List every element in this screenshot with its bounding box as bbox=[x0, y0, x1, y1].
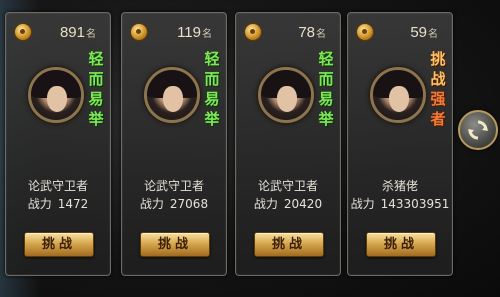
challenge-button[interactable]: 挑战 bbox=[140, 232, 210, 257]
rank-medal-icon bbox=[356, 23, 374, 41]
rank-medal-icon bbox=[244, 23, 262, 41]
rank-row: 59名 bbox=[356, 21, 444, 43]
rank-row: 891名 bbox=[14, 21, 102, 43]
challenge-button[interactable]: 挑战 bbox=[366, 232, 436, 257]
difficulty-tag: 挑战强者 bbox=[430, 50, 446, 128]
rank-row: 119名 bbox=[130, 21, 218, 43]
combat-power: 战力 20420 bbox=[253, 197, 323, 211]
combat-power: 战力 27068 bbox=[139, 197, 209, 211]
avatar[interactable] bbox=[144, 67, 200, 123]
rank-value: 59名 bbox=[410, 23, 438, 41]
opponent-card[interactable]: 119名 轻而易举 论武守卫者 战力 27068 挑战 bbox=[121, 12, 227, 276]
difficulty-tag: 轻而易举 bbox=[318, 50, 334, 128]
combat-power: 战力 1472 bbox=[27, 197, 89, 211]
rank-value: 119名 bbox=[177, 23, 212, 41]
opponent-card[interactable]: 59名 挑战强者 杀猪佬 战力 143303951 挑战 bbox=[347, 12, 453, 276]
opponent-name: 杀猪佬 bbox=[381, 179, 418, 193]
refresh-icon bbox=[468, 120, 488, 140]
opponent-card[interactable]: 891名 轻而易举 论武守卫者 战力 1472 挑战 bbox=[5, 12, 111, 276]
combat-power: 战力 143303951 bbox=[350, 197, 450, 211]
rank-medal-icon bbox=[14, 23, 32, 41]
rank-value: 78名 bbox=[298, 23, 326, 41]
challenge-button[interactable]: 挑战 bbox=[24, 232, 94, 257]
opponent-list: 891名 轻而易举 论武守卫者 战力 1472 挑战 119名 轻而易举 论武守卫… bbox=[0, 0, 500, 297]
rank-row: 78名 bbox=[244, 21, 332, 43]
opponent-name: 论武守卫者 bbox=[143, 179, 204, 193]
challenge-button[interactable]: 挑战 bbox=[254, 232, 324, 257]
difficulty-tag: 轻而易举 bbox=[88, 50, 104, 128]
avatar[interactable] bbox=[258, 67, 314, 123]
opponent-card[interactable]: 78名 轻而易举 论武守卫者 战力 20420 挑战 bbox=[235, 12, 341, 276]
avatar[interactable] bbox=[28, 67, 84, 123]
rank-value: 891名 bbox=[59, 23, 96, 41]
rank-medal-icon bbox=[130, 23, 148, 41]
refresh-button[interactable] bbox=[458, 110, 498, 150]
opponent-name: 论武守卫者 bbox=[27, 179, 88, 193]
difficulty-tag: 轻而易举 bbox=[204, 50, 220, 128]
avatar[interactable] bbox=[370, 67, 426, 123]
opponent-name: 论武守卫者 bbox=[257, 179, 318, 193]
